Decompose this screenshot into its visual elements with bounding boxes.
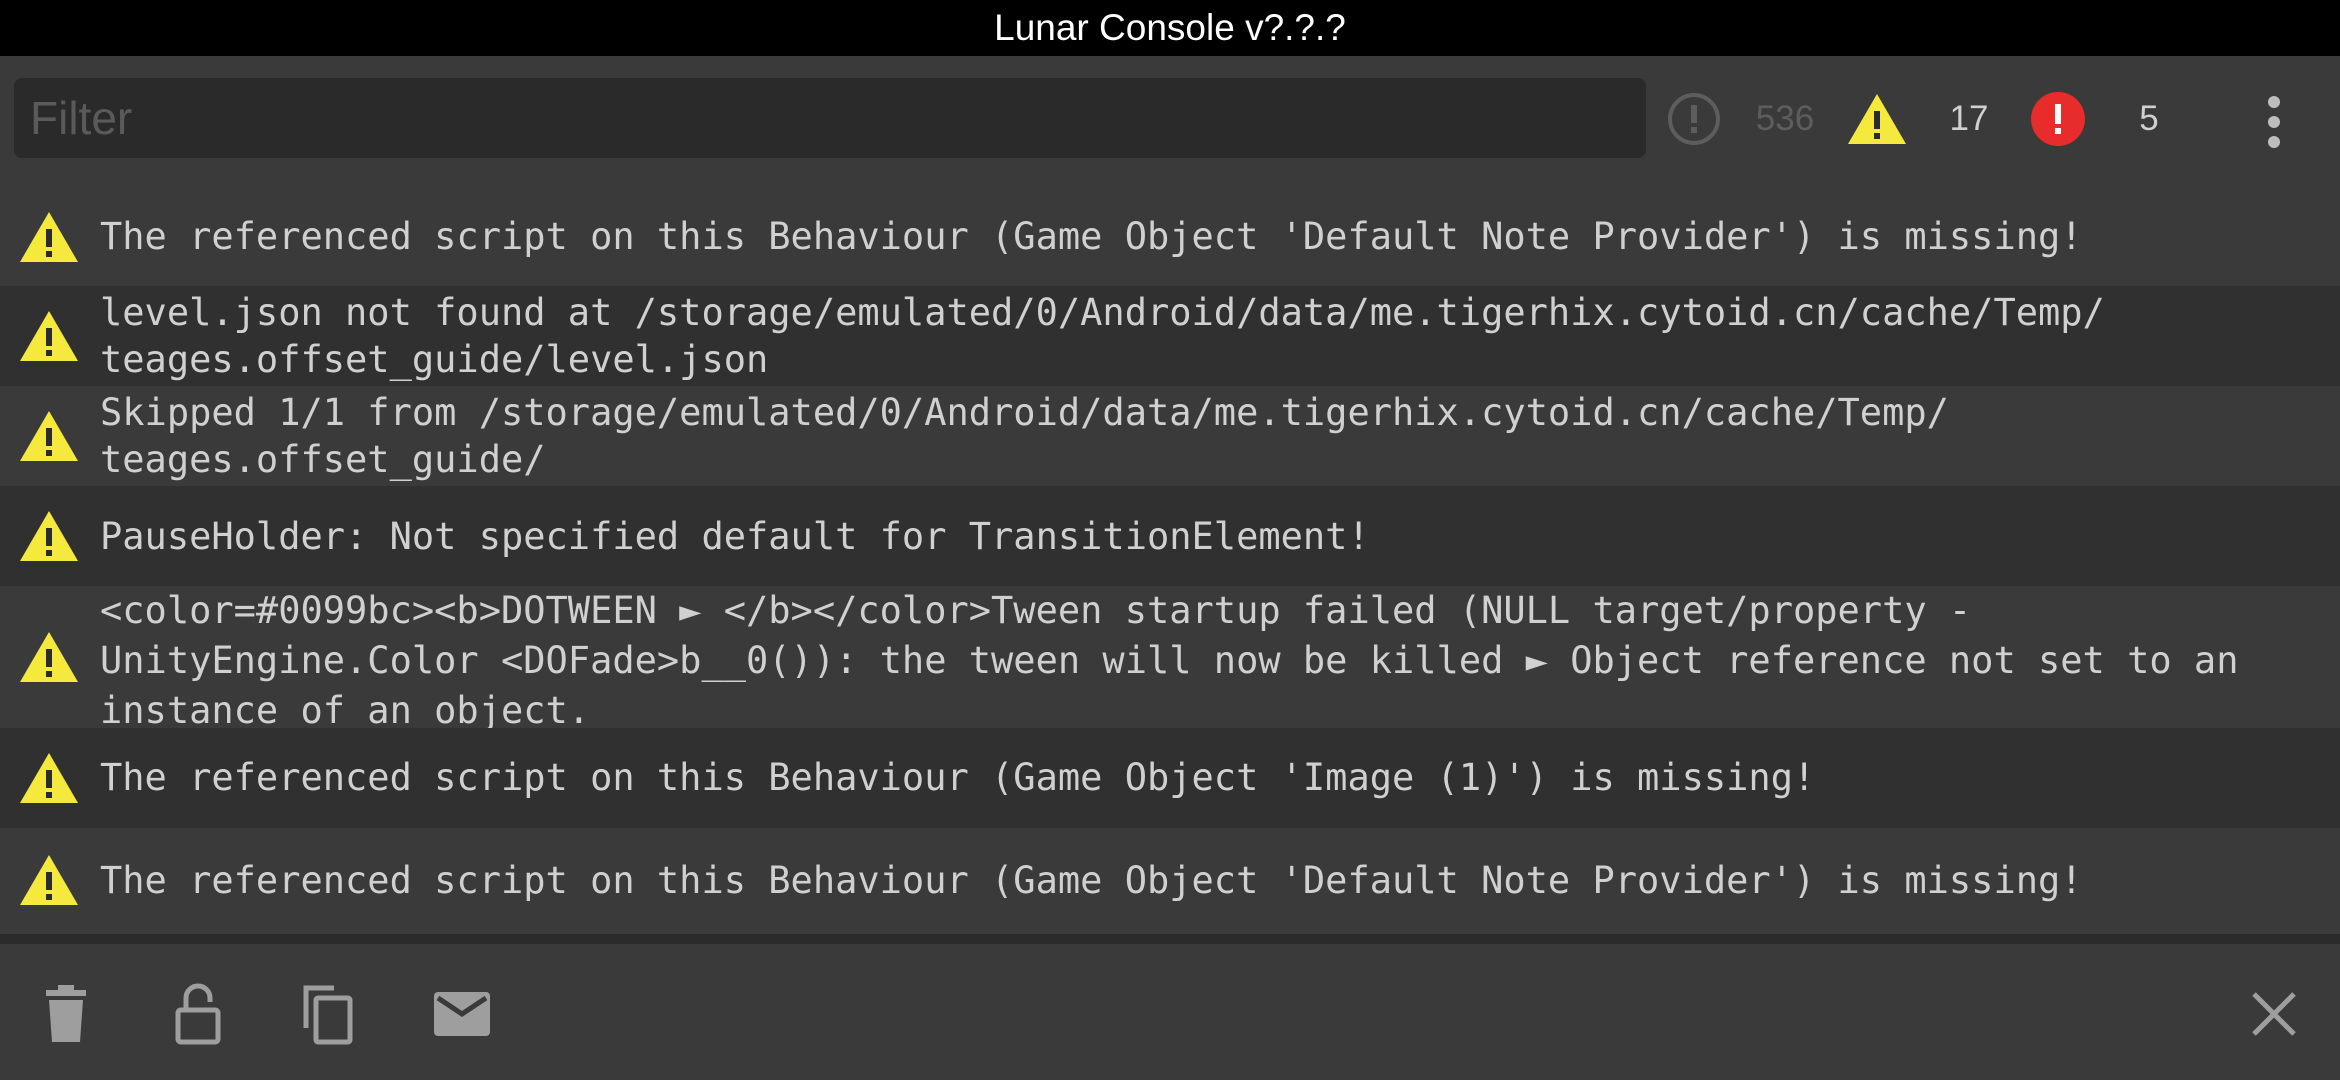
- log-entry[interactable]: The referenced script on this Behaviour …: [0, 828, 2340, 934]
- window-title: Lunar Console v?.?.?: [0, 0, 2340, 56]
- log-entry[interactable]: <color=#0099bc><b>DOTWEEN ► </b></color>…: [0, 586, 2340, 732]
- log-count: 536: [1755, 99, 1815, 138]
- log-message: The referenced script on this Behaviour …: [100, 859, 2083, 902]
- copy-icon[interactable]: [296, 982, 360, 1046]
- warning-icon: [20, 855, 78, 905]
- warning-icon: [20, 212, 78, 262]
- warning-icon: [20, 511, 78, 561]
- warning-icon: [20, 753, 78, 803]
- log-entry[interactable]: Skipped 1/1 from /storage/emulated/0/And…: [0, 386, 2340, 486]
- email-icon[interactable]: [430, 982, 494, 1046]
- log-entry[interactable]: The referenced script on this Behaviour …: [0, 728, 2340, 828]
- log-entry[interactable]: PauseHolder: Not specified default for T…: [0, 486, 2340, 586]
- kebab-menu-icon[interactable]: [2246, 94, 2302, 150]
- info-circle-icon[interactable]: [1666, 91, 1722, 147]
- unlock-icon[interactable]: [166, 982, 230, 1046]
- trash-icon[interactable]: [34, 982, 98, 1046]
- warning-icon: [20, 632, 78, 682]
- close-icon[interactable]: [2242, 982, 2306, 1046]
- filter-input[interactable]: [14, 78, 1646, 158]
- log-entry[interactable]: level.json not found at /storage/emulate…: [0, 286, 2340, 386]
- error-icon[interactable]: [2030, 91, 2086, 147]
- warning-icon[interactable]: [1846, 91, 1908, 147]
- toolbar: 536 17 5: [0, 56, 2340, 188]
- bottom-toolbar: [0, 944, 2340, 1080]
- log-list[interactable]: The referenced script on this Behaviour …: [0, 188, 2340, 944]
- log-message: <color=#0099bc><b>DOTWEEN ► </b></color>…: [100, 589, 2239, 732]
- warning-icon: [20, 411, 78, 461]
- log-message: PauseHolder: Not specified default for T…: [100, 515, 1370, 558]
- warning-icon: [20, 311, 78, 361]
- warning-count: 17: [1949, 99, 1989, 138]
- log-message: Skipped 1/1 from /storage/emulated/0/And…: [100, 391, 1949, 481]
- error-count: 5: [2139, 99, 2159, 138]
- log-entry[interactable]: The referenced script on this Behaviour …: [0, 188, 2340, 286]
- log-message: The referenced script on this Behaviour …: [100, 756, 1816, 799]
- log-message: The referenced script on this Behaviour …: [100, 215, 2083, 258]
- log-message: level.json not found at /storage/emulate…: [100, 291, 2105, 381]
